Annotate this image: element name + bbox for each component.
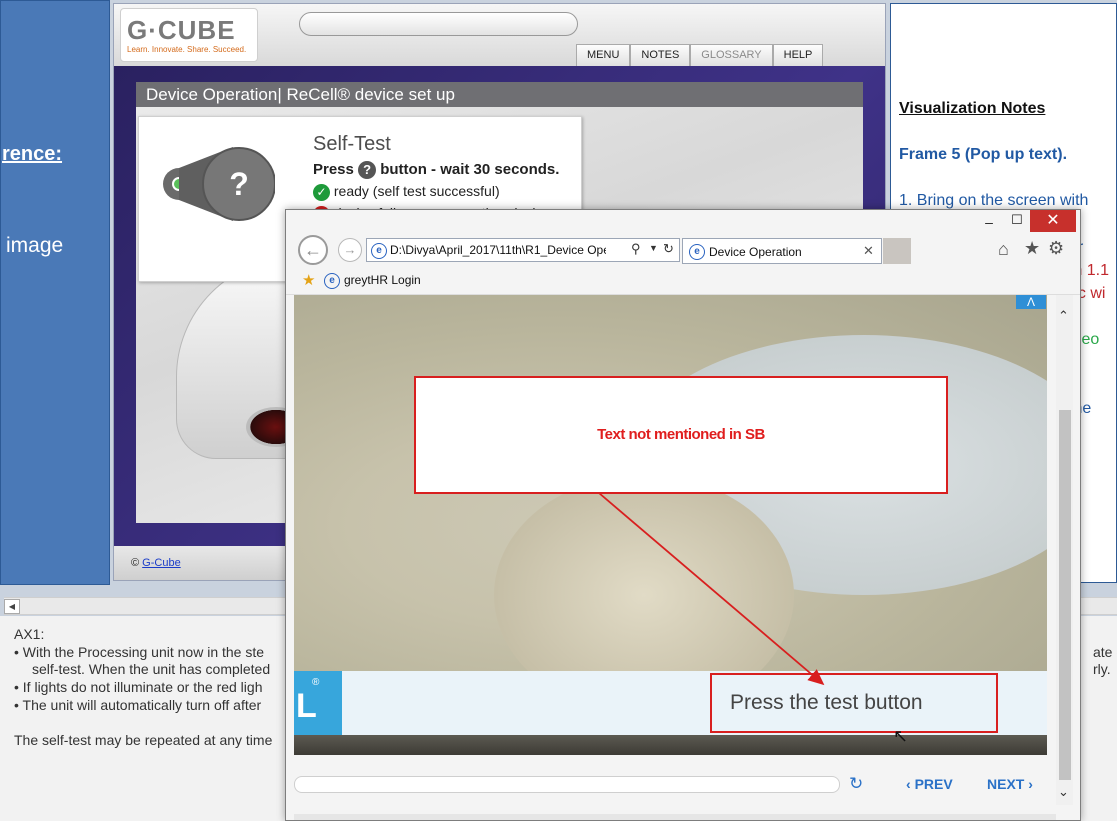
video-bottom-strip: [294, 735, 1047, 755]
back-arrow-icon[interactable]: ←: [298, 235, 328, 265]
press-test-button-text: Press the test button: [730, 691, 923, 714]
notes-paragraph: The self-test may be repeated at any tim…: [14, 732, 273, 748]
svg-text:?: ?: [229, 166, 249, 202]
scroll-left-icon[interactable]: ◀: [4, 599, 20, 614]
chevron-right-icon: ›: [1024, 776, 1033, 792]
question-button-icon: ?: [358, 161, 377, 179]
favorite-link-greythr[interactable]: greytHR Login: [344, 273, 421, 287]
browser-window: – ☐ ✕ ← → e D:\Divya\April_2017\11th\R1_…: [285, 209, 1081, 821]
device-knob-icon: ?: [163, 147, 275, 221]
forward-arrow-icon[interactable]: →: [338, 238, 362, 262]
gcube-link[interactable]: G-Cube: [142, 557, 181, 569]
logo-text: G·CUBE: [127, 15, 236, 45]
favorites-star-icon[interactable]: ★: [1024, 238, 1040, 259]
home-icon[interactable]: ⌂: [998, 239, 1009, 260]
search-icon[interactable]: ⚲: [631, 241, 641, 257]
prev-label: PREV: [914, 776, 953, 792]
address-text: D:\Divya\April_2017\11th\R1_Device Opera…: [390, 243, 606, 257]
dropdown-icon[interactable]: ▼: [649, 243, 658, 253]
course-search-bar[interactable]: [299, 12, 578, 36]
refresh-icon[interactable]: ↻: [663, 241, 674, 257]
notes-bullet: • With the Processing unit now in the st…: [14, 644, 265, 660]
new-tab-button[interactable]: [883, 238, 911, 264]
minimize-icon[interactable]: –: [978, 214, 1000, 232]
tab-device-operation[interactable]: e Device Operation ✕: [682, 238, 882, 264]
left-slide-panel: [0, 0, 110, 585]
scroll-up-icon[interactable]: ⌃: [1058, 308, 1069, 324]
banner-letter: L: [296, 687, 317, 725]
logo-tagline: Learn. Innovate. Share. Succeed.: [127, 45, 247, 54]
copyright: © G-Cube: [131, 557, 181, 569]
check-icon: ✓: [313, 184, 330, 201]
favorites-bar: ★ e greytHR Login: [286, 268, 1080, 295]
address-bar[interactable]: e D:\Divya\April_2017\11th\R1_Device Ope…: [366, 238, 680, 262]
ready-status: ✓ ready (self test successful): [313, 183, 500, 201]
press-prefix: Press: [313, 161, 354, 178]
ready-text: ready (self test successful): [333, 183, 500, 199]
maximize-icon[interactable]: ☐: [1006, 212, 1028, 230]
glossary-button[interactable]: GLOSSARY: [690, 44, 773, 66]
course-nav: MENU NOTES GLOSSARY HELP: [576, 44, 824, 66]
image-label: image: [6, 234, 64, 257]
help-button[interactable]: HELP: [772, 44, 824, 66]
notes-label: AX1:: [14, 626, 45, 642]
scrollbar-thumb[interactable]: [1059, 410, 1071, 780]
tab-label: Device Operation: [709, 245, 802, 259]
browser-horizontal-scrollbar[interactable]: [294, 814, 1056, 820]
ie-link-icon: e: [324, 273, 340, 289]
chevron-left-icon: ‹: [906, 776, 915, 792]
notes-right-fragment: rly.: [1093, 661, 1111, 677]
notes-frame-label: Frame 5 (Pop up text).: [899, 146, 1068, 163]
notes-bullet-cont: self-test. When the unit has completed: [32, 661, 271, 677]
prev-button[interactable]: ‹ PREV: [906, 776, 953, 792]
progress-bar[interactable]: [294, 776, 840, 793]
replay-icon[interactable]: ↻: [849, 774, 863, 794]
slide-title: Device Operation| ReCell® device set up: [136, 82, 863, 107]
notes-button[interactable]: NOTES: [630, 44, 691, 66]
self-test-instruction: Press ? button - wait 30 seconds.: [313, 161, 559, 179]
notes-bullet: • The unit will automatically turn off a…: [14, 697, 262, 713]
notes-line: 1. Bring on the screen with: [899, 192, 1089, 209]
gcube-logo: G·CUBE Learn. Innovate. Share. Succeed.: [120, 8, 258, 62]
ie-tab-icon: e: [689, 244, 705, 260]
annotation-text: Text not mentioned in SB: [597, 426, 765, 443]
next-label: NEXT: [987, 776, 1025, 792]
notes-heading: Visualization Notes: [899, 100, 1046, 117]
press-suffix: button - wait 30 seconds.: [380, 161, 560, 178]
add-favorite-icon[interactable]: ★: [302, 271, 315, 289]
reference-heading: rence:: [2, 143, 63, 165]
gear-icon[interactable]: ⚙: [1048, 238, 1064, 259]
annotation-callout: Text not mentioned in SB: [414, 376, 948, 494]
notes-bullet: • If lights do not illuminate or the red…: [14, 679, 263, 695]
next-button[interactable]: NEXT ›: [987, 776, 1033, 792]
self-test-title: Self-Test: [313, 133, 391, 155]
ie-page-icon: e: [371, 243, 387, 259]
menu-button[interactable]: MENU: [576, 44, 631, 66]
mouse-cursor-icon: ↖: [893, 726, 909, 746]
tab-close-icon[interactable]: ✕: [863, 243, 874, 259]
close-icon[interactable]: ✕: [1030, 210, 1076, 232]
collapse-icon[interactable]: Λ: [1016, 295, 1046, 309]
notes-right-fragment: ate d: [1093, 644, 1117, 660]
scroll-down-icon[interactable]: ⌄: [1058, 784, 1069, 800]
copyright-symbol: ©: [131, 557, 140, 569]
